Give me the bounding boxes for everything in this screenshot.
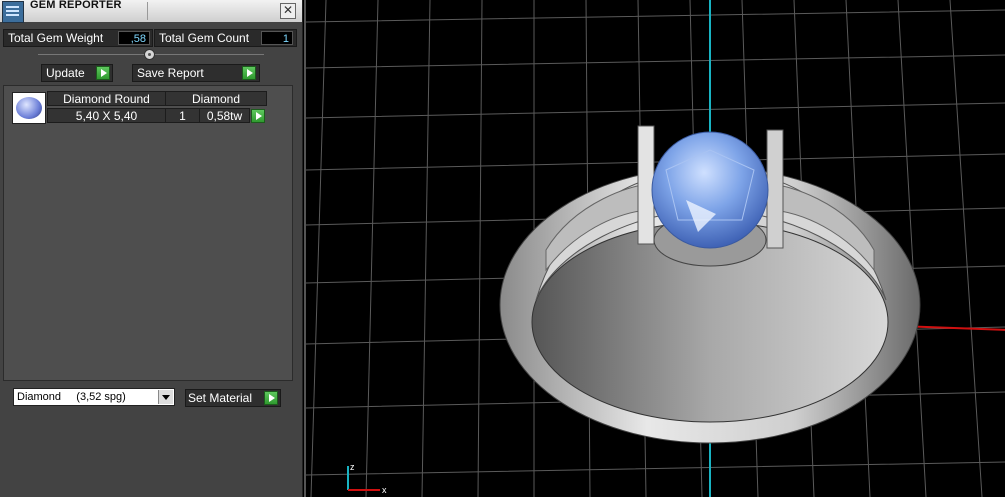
viewport-canvas: z x (306, 0, 1005, 497)
gem-reporter-app-icon (2, 1, 24, 23)
gem-reporter-panel: GEM REPORTER ✕ Total Gem Weight ,58 Tota… (0, 0, 303, 497)
update-button[interactable]: Update (41, 64, 113, 82)
total-gem-count-label: Total Gem Count (159, 31, 250, 45)
gem-size-cell: 5,40 X 5,40 (47, 108, 166, 123)
blue-gemstone (651, 131, 769, 249)
slider-knob[interactable] (144, 49, 155, 60)
update-label: Update (46, 66, 85, 80)
gem-material-header: Diamond (165, 91, 267, 106)
set-material-button[interactable]: Set Material (185, 389, 281, 407)
total-gem-count-row: Total Gem Count 1 (154, 29, 297, 47)
total-gem-count-value: 1 (261, 31, 293, 45)
set-material-label: Set Material (188, 391, 253, 405)
material-select[interactable]: Diamond (3,52 spg) (13, 388, 175, 406)
axis-label-x: x (382, 485, 387, 495)
play-icon[interactable] (251, 109, 265, 123)
gem-list: Diamond Round Diamond 5,40 X 5,40 1 0,58… (3, 85, 293, 381)
title-separator (147, 2, 148, 20)
gem-shape-header: Diamond Round (47, 91, 166, 106)
play-icon (96, 66, 110, 80)
gem-weight-cell: 0,58tw (199, 108, 250, 123)
total-gem-weight-row: Total Gem Weight ,58 (3, 29, 153, 47)
play-icon (264, 391, 278, 405)
close-icon[interactable]: ✕ (280, 3, 296, 19)
total-gem-weight-label: Total Gem Weight (8, 31, 104, 45)
save-report-button[interactable]: Save Report (132, 64, 260, 82)
round-gem-icon[interactable] (12, 92, 46, 124)
3d-viewport[interactable]: z x (304, 0, 1005, 497)
save-report-label: Save Report (137, 66, 204, 80)
axis-gizmo: z x (347, 462, 387, 495)
gem-qty-cell: 1 (165, 108, 200, 123)
chevron-down-icon[interactable] (158, 390, 173, 404)
ring-model (499, 125, 921, 444)
play-icon (242, 66, 256, 80)
axis-label-z: z (350, 462, 355, 472)
material-select-value: Diamond (3,52 spg) (17, 391, 126, 403)
total-gem-weight-value: ,58 (118, 31, 150, 45)
window-title: GEM REPORTER (30, 0, 122, 11)
title-bar: GEM REPORTER ✕ (0, 0, 302, 23)
